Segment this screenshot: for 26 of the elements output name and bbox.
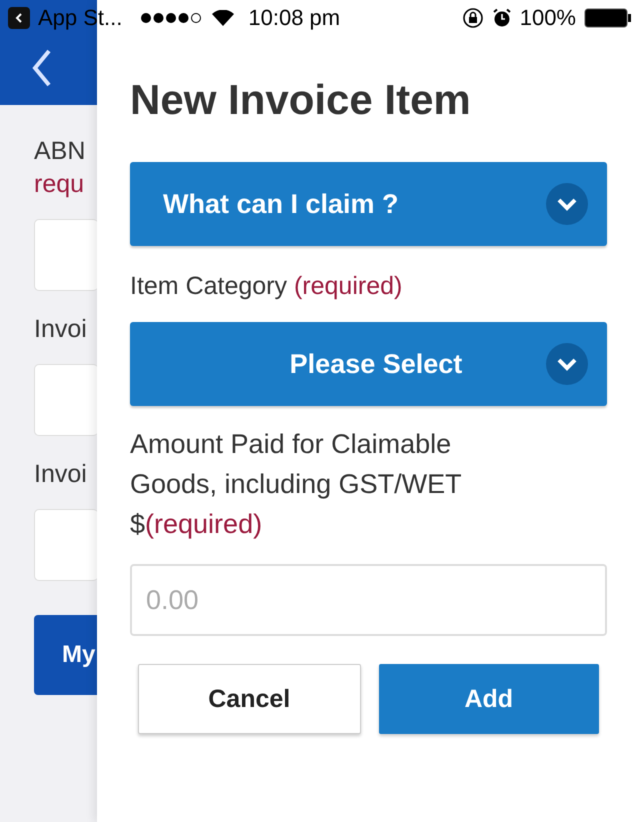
input-field[interactable] (34, 509, 97, 581)
input-field[interactable] (34, 364, 97, 436)
category-select[interactable]: Please Select (130, 322, 607, 406)
back-app-icon[interactable] (8, 7, 30, 29)
rotation-lock-icon (462, 7, 484, 29)
action-button[interactable]: My (34, 615, 97, 695)
field-label: Item Category (required) (130, 271, 404, 302)
battery-percent: 100% (520, 5, 576, 31)
amount-input[interactable]: 0.00 (130, 564, 607, 636)
dialog-title: New Invoice Item (130, 76, 472, 124)
status-time: 10:08 pm (248, 5, 340, 31)
input-field[interactable] (34, 219, 97, 291)
field-label: Invoi (34, 460, 88, 489)
wifi-icon (212, 10, 234, 26)
required-note: requ (34, 170, 86, 199)
cancel-button[interactable]: Cancel (138, 664, 360, 734)
claim-accordion[interactable]: What can I claim ? (130, 162, 607, 246)
field-label: Invoi (34, 315, 88, 344)
field-label: Amount Paid for Claimable Goods, including GST/WET $(required) (130, 428, 463, 541)
back-icon[interactable] (32, 49, 52, 87)
chevron-icon (545, 182, 589, 226)
alarm-icon (492, 8, 512, 28)
chevron-icon (545, 342, 589, 386)
add-button[interactable]: Add (378, 664, 599, 734)
battery-icon (584, 8, 632, 28)
field-label: ABN (34, 137, 86, 166)
